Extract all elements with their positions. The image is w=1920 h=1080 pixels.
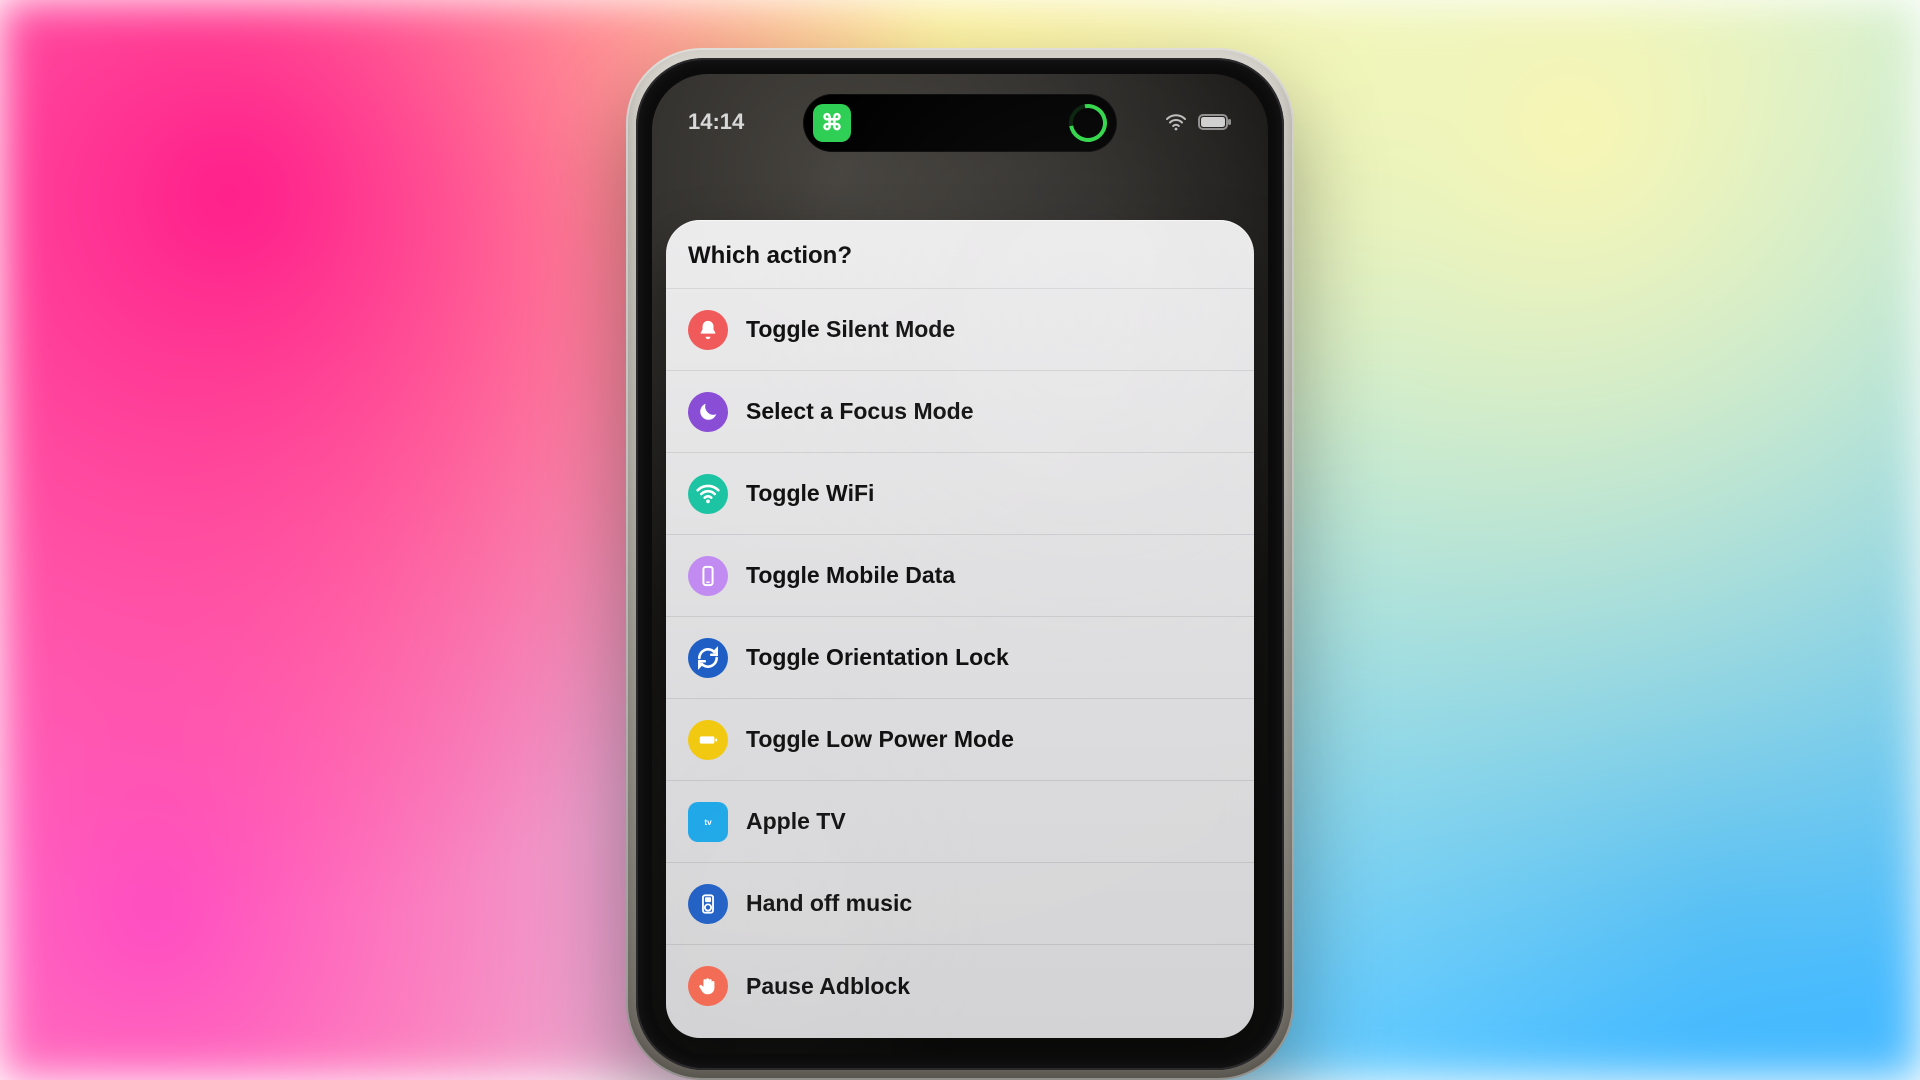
phone-icon	[688, 556, 728, 596]
action-label: Pause Adblock	[746, 973, 910, 1000]
action-label: Hand off music	[746, 890, 912, 917]
action-toggle-mobile-data[interactable]: Toggle Mobile Data	[666, 535, 1254, 617]
action-label: Toggle Low Power Mode	[746, 726, 1014, 753]
battery-icon	[1198, 114, 1232, 130]
wifi-icon	[688, 474, 728, 514]
action-label: Toggle Orientation Lock	[746, 644, 1009, 671]
action-toggle-silent[interactable]: Toggle Silent Mode	[666, 289, 1254, 371]
action-pause-adblock[interactable]: Pause Adblock	[666, 945, 1254, 1027]
appletv-icon	[688, 802, 728, 842]
action-label: Toggle Silent Mode	[746, 316, 955, 343]
sync-icon	[688, 638, 728, 678]
action-label: Select a Focus Mode	[746, 398, 974, 425]
sheet-title: Which action?	[666, 220, 1254, 289]
action-toggle-wifi[interactable]: Toggle WiFi	[666, 453, 1254, 535]
hand-icon	[688, 966, 728, 1006]
island-app-icon: ⌘	[813, 104, 851, 142]
action-sheet: Which action? Toggle Silent Mode Select a…	[666, 220, 1254, 1038]
wifi-icon	[1164, 110, 1188, 134]
island-activity-ring-icon	[1062, 97, 1115, 150]
moon-icon	[688, 392, 728, 432]
ipod-icon	[688, 884, 728, 924]
action-label: Apple TV	[746, 808, 846, 835]
status-indicators	[1164, 110, 1232, 134]
action-label: Toggle WiFi	[746, 480, 874, 507]
action-apple-tv[interactable]: Apple TV	[666, 781, 1254, 863]
status-time: 14:14	[688, 109, 744, 135]
iphone-frame: 14:14	[626, 48, 1294, 1080]
action-handoff-music[interactable]: Hand off music	[666, 863, 1254, 945]
bezel: 14:14	[636, 58, 1284, 1070]
action-select-focus[interactable]: Select a Focus Mode	[666, 371, 1254, 453]
bell-icon	[688, 310, 728, 350]
action-toggle-orientation[interactable]: Toggle Orientation Lock	[666, 617, 1254, 699]
action-toggle-low-power[interactable]: Toggle Low Power Mode	[666, 699, 1254, 781]
screen: 14:14	[652, 74, 1268, 1054]
dynamic-island[interactable]: ⌘	[803, 94, 1117, 152]
action-label: Toggle Mobile Data	[746, 562, 955, 589]
action-list: Toggle Silent Mode Select a Focus Mode Tog…	[666, 289, 1254, 1027]
battery-icon	[688, 720, 728, 760]
